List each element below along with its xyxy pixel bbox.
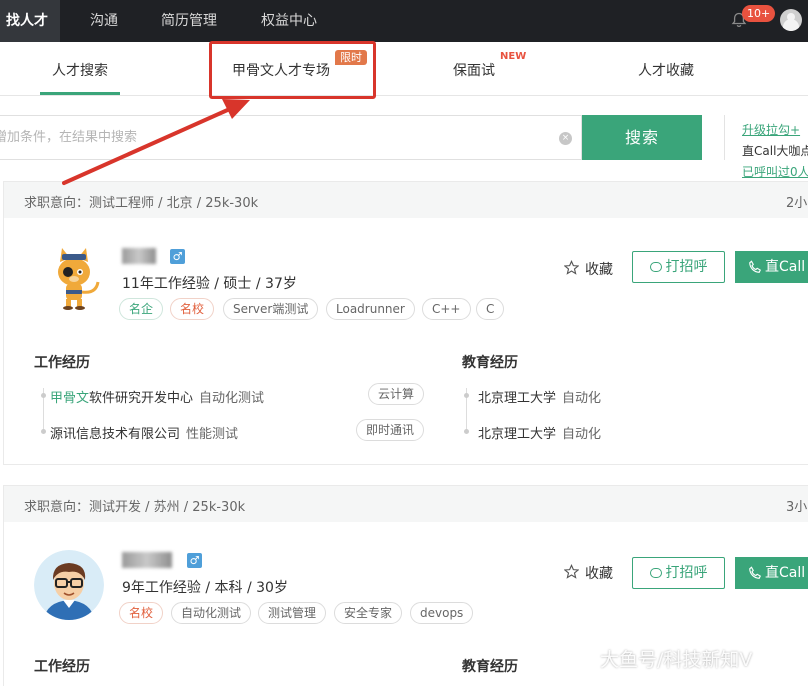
nav-benefits[interactable]: 权益中心 <box>261 0 317 42</box>
collect-button[interactable]: 收藏 <box>585 259 613 279</box>
nav-find-talent[interactable]: 找人才 <box>0 0 60 42</box>
major: 自动化 <box>562 391 602 406</box>
watermark: 大鱼号/科技新知V <box>600 649 753 671</box>
tag-famous-school: 名校 <box>119 602 164 624</box>
work-history-title: 工作经历 <box>34 659 90 675</box>
candidate-card: 求职意向：测试工程师 / 北京 / 25k-30k 2小时 ♂ 11年工作经验 … <box>3 181 808 465</box>
work-item: 甲骨文软件研究开发中心 自动化测试 <box>50 387 264 406</box>
active-time: 2小时 <box>786 196 808 211</box>
search-button[interactable]: 搜索 <box>582 115 702 160</box>
company-highlight: 甲骨文 <box>50 391 90 406</box>
new-tag: NEW <box>500 51 527 62</box>
work-item: 源讯信息技术有限公司 性能测试 <box>50 423 238 442</box>
search-input[interactable]: 增加条件，在结果中搜索 <box>0 115 582 160</box>
person-avatar-icon[interactable] <box>34 550 104 620</box>
edu-item: 北京理工大学 自动化 <box>478 423 601 442</box>
job-role: 性能测试 <box>186 427 239 442</box>
timeline-dot <box>464 393 469 398</box>
sub-tabs: 人才搜索 甲骨文人才专场 保面试 人才收藏 <box>0 42 808 96</box>
call-label: 直Call <box>765 259 806 275</box>
call-label: 直Call <box>765 565 806 581</box>
company-name: 源讯信息技术有限公司 <box>50 427 181 442</box>
job-intent: 求职意向：测试工程师 / 北京 / 25k-30k <box>24 196 259 211</box>
direct-call-text: 直Call大咖点 <box>742 144 808 158</box>
chat-icon <box>649 262 662 272</box>
skill-tag: 安全专家 <box>334 602 403 624</box>
called-count-link[interactable]: 已呼叫过0人 <box>742 163 808 180</box>
school-name: 北京理工大学 <box>478 391 557 406</box>
divider <box>724 115 725 160</box>
candidate-meta: 9年工作经验 / 本科 / 30岁 <box>122 580 288 596</box>
collect-button[interactable]: 收藏 <box>585 563 613 583</box>
skill-tag: 测试管理 <box>258 602 327 624</box>
male-icon: ♂ <box>187 553 202 568</box>
company-name: 软件研究开发中心 <box>89 391 194 406</box>
edu-item: 北京理工大学 自动化 <box>478 387 601 406</box>
nav-chat[interactable]: 沟通 <box>90 0 118 42</box>
nav-resume-manage[interactable]: 简历管理 <box>161 0 217 42</box>
timeline-dot <box>41 429 46 434</box>
user-avatar[interactable] <box>780 9 802 31</box>
industry-tag: 即时通讯 <box>356 419 425 441</box>
cat-avatar-icon[interactable] <box>40 242 110 312</box>
major: 自动化 <box>562 427 602 442</box>
job-role: 自动化测试 <box>199 391 265 406</box>
job-intent: 求职意向：测试开发 / 苏州 / 25k-30k <box>24 500 246 515</box>
candidate-name-blurred <box>122 248 156 264</box>
education-title: 教育经历 <box>462 355 518 371</box>
direct-call-button[interactable]: 直Call <box>735 557 808 589</box>
skill-tag: C <box>476 298 505 320</box>
tab-talent-search[interactable]: 人才搜索 <box>52 60 108 80</box>
card-header: 求职意向：测试开发 / 苏州 / 25k-30k 3小时 <box>4 486 808 522</box>
candidate-meta: 11年工作经验 / 硕士 / 37岁 <box>122 276 297 292</box>
timeline-dot <box>41 393 46 398</box>
top-nav: 找人才 沟通 简历管理 权益中心 10+ <box>0 0 808 42</box>
tag-famous-school: 名校 <box>170 298 215 320</box>
tag-famous-company: 名企 <box>119 298 164 320</box>
card-header: 求职意向：测试工程师 / 北京 / 25k-30k 2小时 <box>4 182 808 218</box>
skill-tag: 自动化测试 <box>171 602 252 624</box>
notification-badge: 10+ <box>742 5 776 22</box>
education-title: 教育经历 <box>462 659 518 675</box>
upgrade-link[interactable]: 升级拉勾+ <box>742 121 800 138</box>
active-time: 3小时 <box>786 500 808 515</box>
school-name: 北京理工大学 <box>478 427 557 442</box>
skill-tag: C++ <box>422 298 471 320</box>
greet-label: 打招呼 <box>665 259 708 275</box>
active-tab-underline <box>40 92 120 95</box>
annotation-highlight-box <box>209 41 376 99</box>
greet-button[interactable]: 打招呼 <box>632 251 725 283</box>
industry-tag: 云计算 <box>368 383 425 405</box>
phone-icon <box>749 566 761 579</box>
greet-button[interactable]: 打招呼 <box>632 557 725 589</box>
star-icon[interactable] <box>564 260 579 275</box>
direct-call-button[interactable]: 直Call <box>735 251 808 283</box>
phone-icon <box>749 260 761 273</box>
tab-talent-favorites[interactable]: 人才收藏 <box>638 60 694 80</box>
candidate-name-blurred <box>122 552 172 568</box>
clear-icon[interactable]: × <box>559 132 572 145</box>
skill-tag: Loadrunner <box>326 298 415 320</box>
chat-icon <box>649 568 662 578</box>
skill-tag: Server端测试 <box>223 298 319 320</box>
tab-guaranteed-interview[interactable]: 保面试 <box>453 60 495 80</box>
skill-tag: devops <box>410 602 474 624</box>
work-history-title: 工作经历 <box>34 355 90 371</box>
greet-label: 打招呼 <box>665 565 708 581</box>
search-placeholder: 增加条件，在结果中搜索 <box>0 130 138 145</box>
male-icon: ♂ <box>170 249 185 264</box>
star-icon[interactable] <box>564 564 579 579</box>
timeline-dot <box>464 429 469 434</box>
